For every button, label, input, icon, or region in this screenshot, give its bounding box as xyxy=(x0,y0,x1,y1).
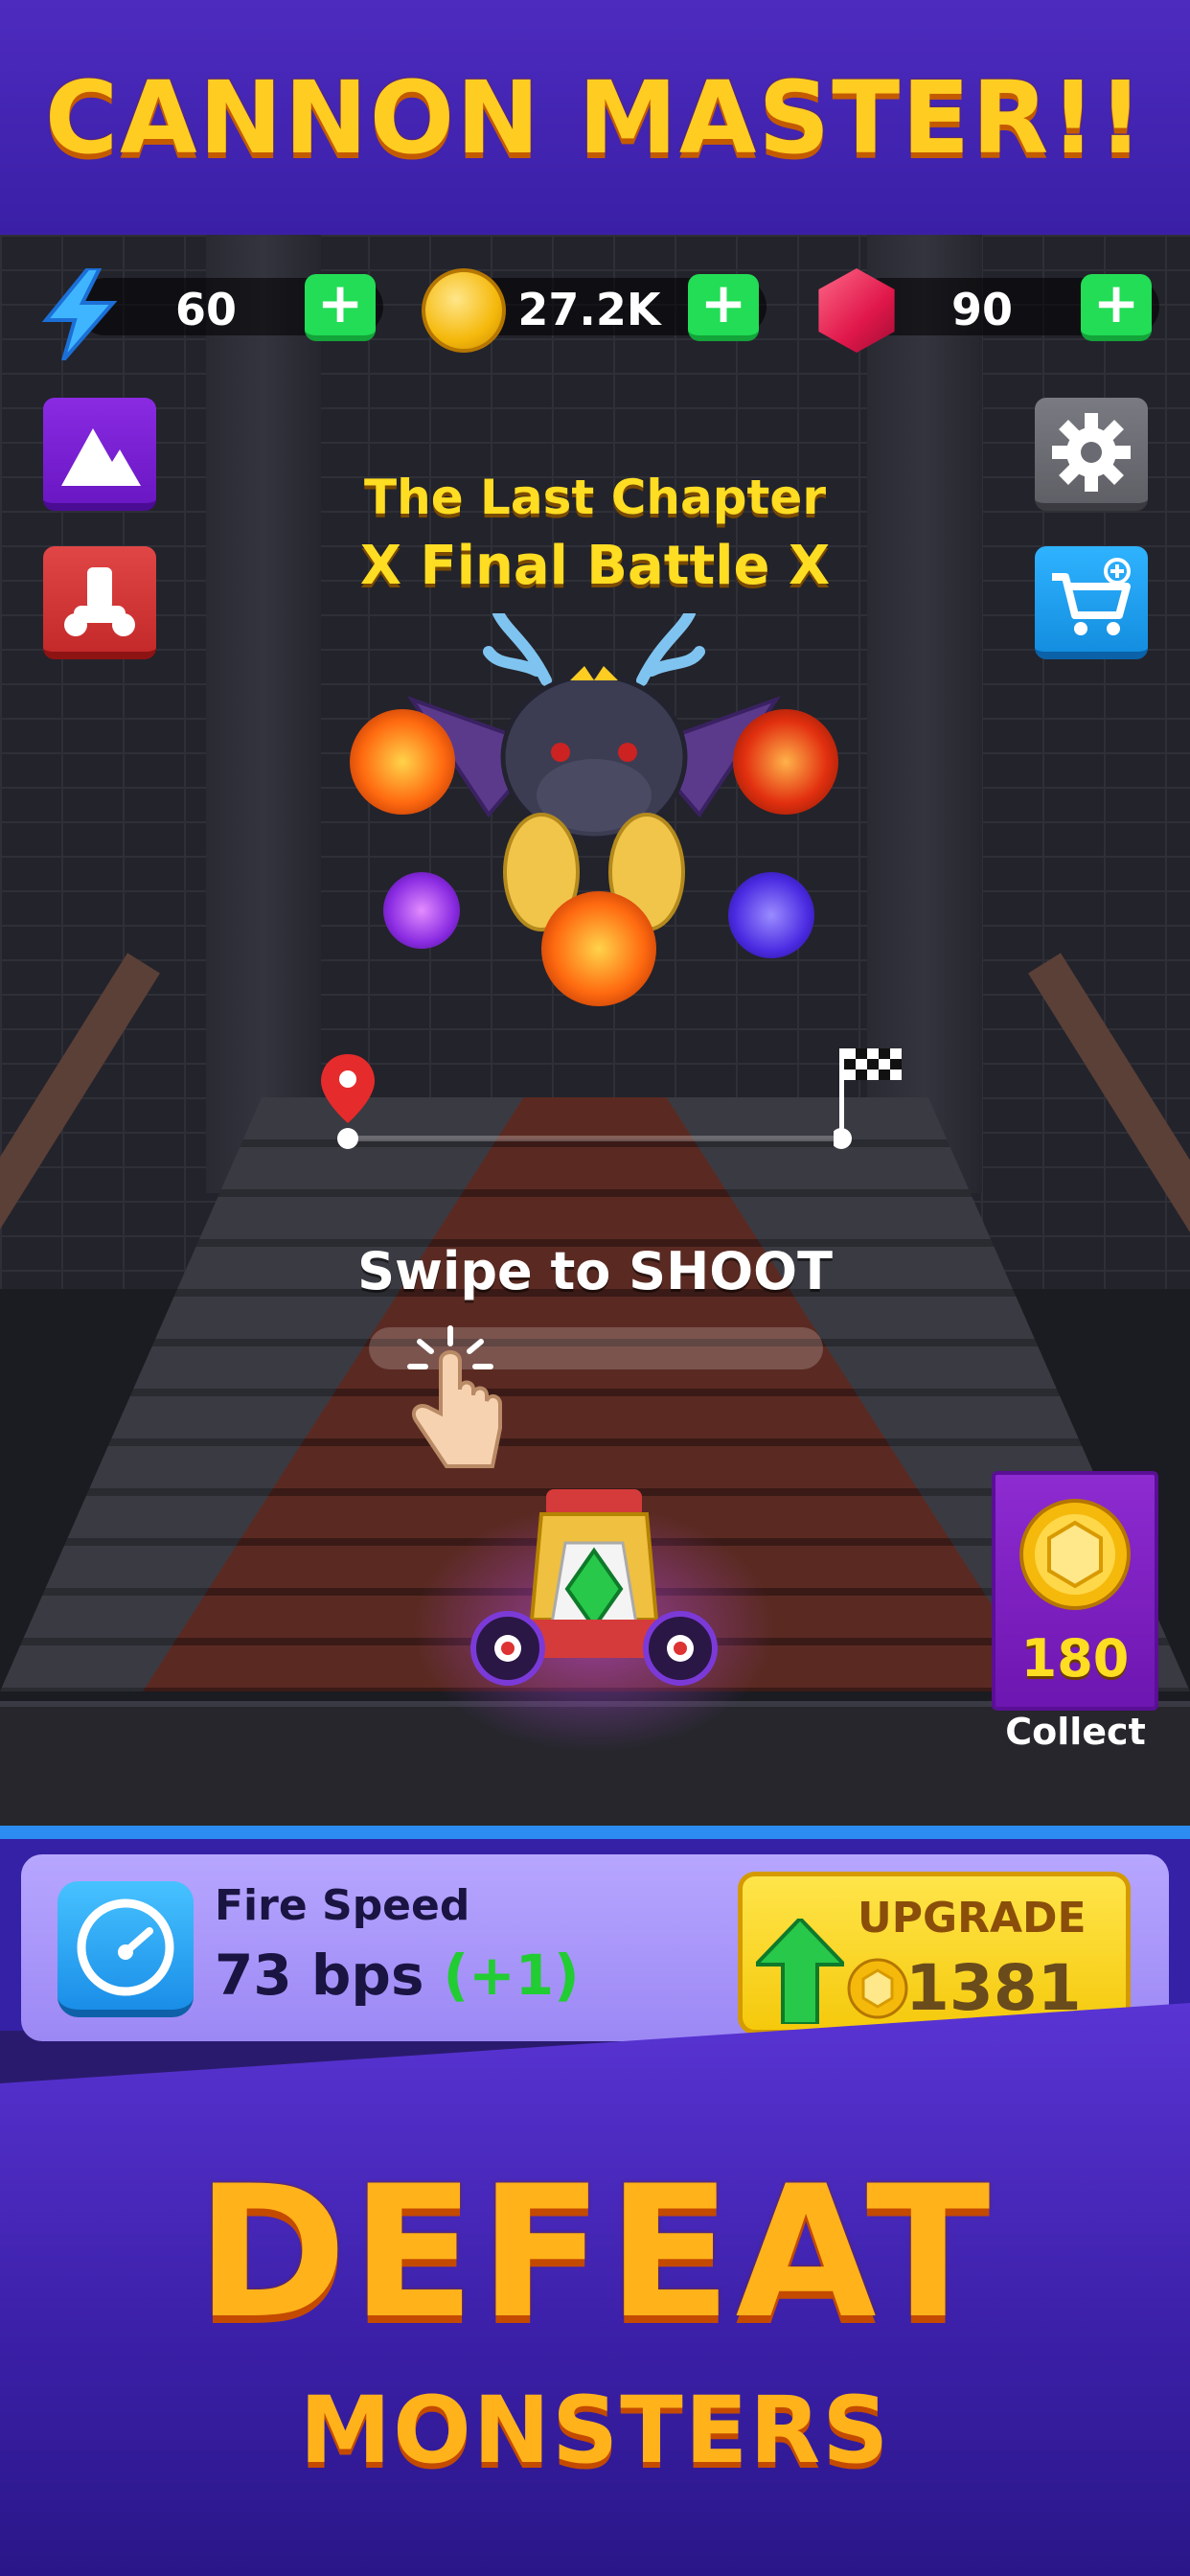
chapter-title: The Last Chapter xyxy=(364,470,826,525)
finish-flag-icon xyxy=(831,1045,910,1150)
chapter-subtitle: X Final Battle X xyxy=(359,535,831,597)
collect-value: 180 xyxy=(1020,1628,1130,1689)
fire-orb xyxy=(541,891,656,1006)
stat-value-number: 73 bps xyxy=(215,1943,424,2008)
upgrade-panel: Fire Speed 73 bps (+1) UPGRADE 1381 xyxy=(21,1854,1169,2041)
upgrade-label: UPGRADE xyxy=(858,1894,1087,1943)
dragon-boss xyxy=(350,608,838,1016)
collect-button[interactable]: 180 xyxy=(992,1471,1158,1711)
coin-icon xyxy=(422,268,506,353)
swipe-hint-label: Swipe to SHOOT xyxy=(357,1241,833,1301)
promo-headline: DEFEAT xyxy=(195,2147,995,2358)
purple-orb xyxy=(383,872,460,949)
top-promo-banner: CANNON MASTER!! xyxy=(0,0,1190,235)
stat-value: 73 bps (+1) xyxy=(215,1943,580,2008)
resource-bar: 60 + 27.2K + 90 + xyxy=(0,259,1190,362)
pillar-left xyxy=(206,235,321,1193)
add-coins-button[interactable]: + xyxy=(688,274,759,341)
speedometer-icon xyxy=(57,1881,194,2017)
level-progress-track xyxy=(345,1136,843,1141)
stat-bonus: (+1) xyxy=(443,1943,580,2008)
purple-orb xyxy=(728,872,814,958)
upgrade-button[interactable]: UPGRADE 1381 xyxy=(738,1872,1131,2035)
gem-value: 90 xyxy=(950,284,1013,335)
location-pin-icon xyxy=(321,1054,375,1150)
coin-value: 27.2K xyxy=(517,284,661,335)
pointing-hand-icon xyxy=(393,1322,517,1485)
coin-icon xyxy=(1019,1499,1131,1610)
up-arrow-icon xyxy=(756,1919,844,2024)
promo-title: CANNON MASTER!! xyxy=(44,58,1146,176)
player-cannon[interactable] xyxy=(469,1476,719,1706)
fire-orb xyxy=(733,709,838,815)
add-energy-button[interactable]: + xyxy=(305,274,376,341)
coin-icon xyxy=(847,1958,908,2019)
add-gems-button[interactable]: + xyxy=(1081,274,1152,341)
collect-label: Collect xyxy=(1005,1711,1146,1753)
panel-divider xyxy=(0,1826,1190,1839)
energy-value: 60 xyxy=(174,284,237,335)
promo-subheadline: MONSTERS xyxy=(299,2377,891,2484)
stat-name: Fire Speed xyxy=(215,1881,470,1930)
lightning-bolt-icon xyxy=(38,266,123,362)
chapter-title-block: The Last Chapter X Final Battle X xyxy=(0,470,1190,597)
fire-orb xyxy=(350,709,455,815)
